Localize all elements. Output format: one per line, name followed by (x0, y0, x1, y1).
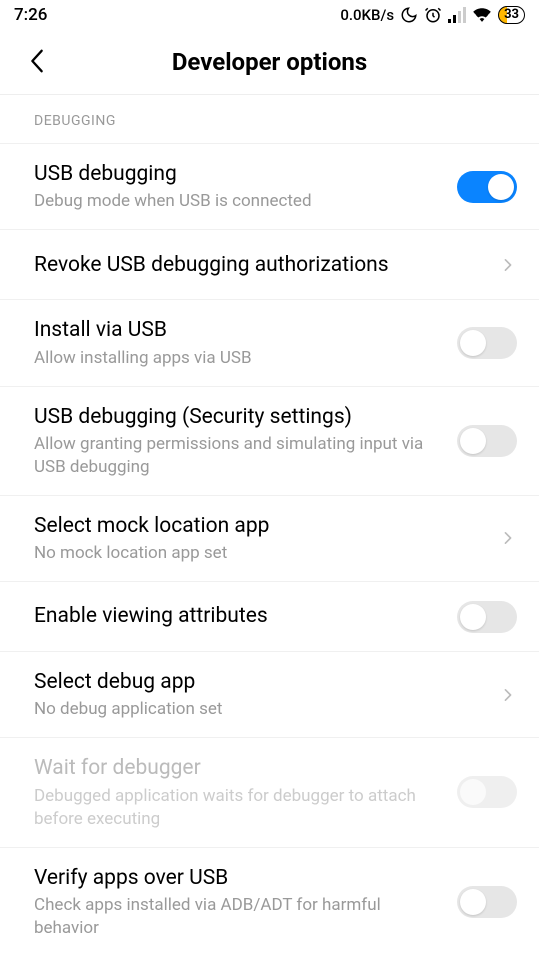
item-subtitle: Debug mode when USB is connected (34, 190, 443, 213)
toggle-usb-security[interactable] (457, 425, 517, 457)
signal-icon (448, 7, 466, 23)
toggle-install-via-usb[interactable] (457, 327, 517, 359)
section-header-debugging: DEBUGGING (0, 95, 539, 143)
item-text: Install via USB Allow installing apps vi… (34, 316, 457, 369)
item-title: USB debugging (34, 160, 443, 188)
item-text: Revoke USB debugging authorizations (34, 251, 499, 279)
item-revoke-authorizations[interactable]: Revoke USB debugging authorizations (0, 230, 539, 300)
wifi-icon (472, 7, 492, 23)
item-text: Select debug app No debug application se… (34, 668, 499, 721)
net-speed: 0.0KB/s (340, 6, 394, 24)
page-title: Developer options (16, 48, 523, 76)
item-verify-apps-over-usb[interactable]: Verify apps over USB Check apps installe… (0, 848, 539, 956)
item-title: Enable viewing attributes (34, 602, 443, 630)
item-title: Revoke USB debugging authorizations (34, 251, 485, 279)
chevron-right-icon (499, 529, 517, 547)
toggle-knob (488, 174, 514, 200)
toggle-knob (460, 330, 486, 356)
item-text: USB debugging (Security settings) Allow … (34, 403, 457, 479)
item-title: Select debug app (34, 668, 485, 696)
item-subtitle: Debugged application waits for debugger … (34, 785, 443, 831)
item-subtitle: Check apps installed via ADB/ADT for har… (34, 894, 443, 940)
battery-badge: 33 (498, 6, 525, 24)
settings-list: USB debugging Debug mode when USB is con… (0, 143, 539, 956)
back-icon (27, 48, 47, 74)
item-title: Wait for debugger (34, 754, 443, 782)
item-wait-for-debugger: Wait for debugger Debugged application w… (0, 738, 539, 847)
back-button[interactable] (22, 46, 52, 76)
chevron-right-icon (499, 256, 517, 274)
item-text: USB debugging Debug mode when USB is con… (34, 160, 457, 213)
toggle-viewing-attributes[interactable] (457, 601, 517, 633)
toggle-knob (460, 428, 486, 454)
app-bar: Developer options (0, 28, 539, 94)
item-text: Verify apps over USB Check apps installe… (34, 864, 457, 940)
item-subtitle: No mock location app set (34, 542, 485, 565)
item-usb-debugging[interactable]: USB debugging Debug mode when USB is con… (0, 143, 539, 230)
status-bar: 7:26 0.0KB/s 33 (0, 0, 539, 28)
item-install-via-usb[interactable]: Install via USB Allow installing apps vi… (0, 300, 539, 386)
toggle-wait-for-debugger (457, 776, 517, 808)
item-subtitle: Allow installing apps via USB (34, 347, 443, 370)
item-title: Select mock location app (34, 512, 485, 540)
status-right-icons: 0.0KB/s 33 (340, 6, 525, 24)
status-time: 7:26 (14, 5, 47, 25)
item-text: Wait for debugger Debugged application w… (34, 754, 457, 830)
item-viewing-attributes[interactable]: Enable viewing attributes (0, 582, 539, 652)
alarm-icon (424, 6, 442, 24)
moon-icon (400, 6, 418, 24)
toggle-verify-apps[interactable] (457, 886, 517, 918)
item-text: Enable viewing attributes (34, 602, 457, 630)
chevron-right-icon (499, 686, 517, 704)
item-title: Install via USB (34, 316, 443, 344)
toggle-knob (460, 779, 486, 805)
item-title: USB debugging (Security settings) (34, 403, 443, 431)
item-title: Verify apps over USB (34, 864, 443, 892)
item-usb-security-settings[interactable]: USB debugging (Security settings) Allow … (0, 387, 539, 496)
toggle-knob (460, 604, 486, 630)
toggle-knob (460, 889, 486, 915)
item-text: Select mock location app No mock locatio… (34, 512, 499, 565)
item-subtitle: Allow granting permissions and simulatin… (34, 433, 443, 479)
item-select-debug-app[interactable]: Select debug app No debug application se… (0, 652, 539, 738)
item-select-mock-location[interactable]: Select mock location app No mock locatio… (0, 496, 539, 582)
item-subtitle: No debug application set (34, 698, 485, 721)
toggle-usb-debugging[interactable] (457, 171, 517, 203)
